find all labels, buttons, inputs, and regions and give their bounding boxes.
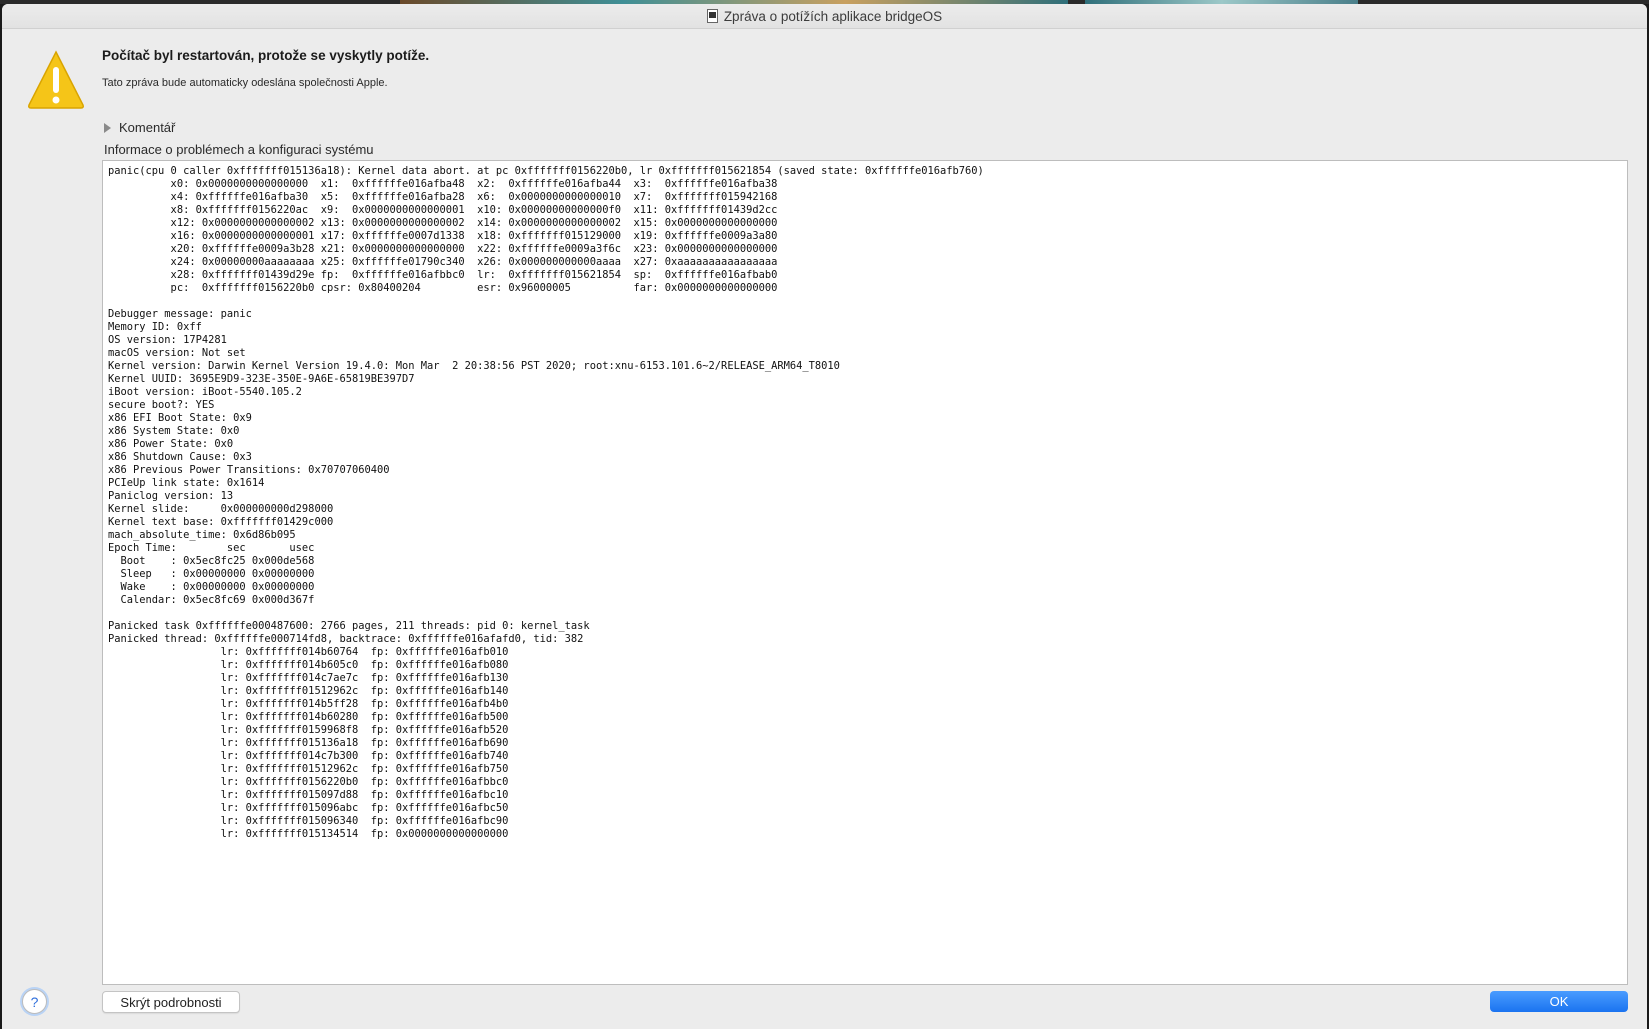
section-label: Informace o problémech a konfiguraci sys…: [104, 142, 374, 157]
document-icon: [706, 9, 718, 23]
hide-details-button[interactable]: Skrýt podrobnosti: [102, 991, 240, 1013]
comment-disclosure[interactable]: Komentář: [104, 120, 175, 135]
report-log-text[interactable]: panic(cpu 0 caller 0xfffffff015136a18): …: [103, 161, 1627, 841]
report-text-area[interactable]: panic(cpu 0 caller 0xfffffff015136a18): …: [102, 160, 1628, 985]
dialog-headline: Počítač byl restartován, protože se vysk…: [102, 48, 430, 63]
window-title: Zpráva o potížích aplikace bridgeOS: [723, 8, 943, 24]
title-bar[interactable]: Zpráva o potížích aplikace bridgeOS: [2, 4, 1647, 29]
disclosure-triangle-icon[interactable]: [104, 122, 111, 133]
dialog-subtext: Tato zpráva bude automaticky odeslána sp…: [102, 77, 388, 89]
help-button[interactable]: ?: [22, 989, 47, 1014]
comment-label[interactable]: Komentář: [119, 120, 175, 135]
help-icon[interactable]: ?: [31, 994, 39, 1010]
warning-icon: [28, 50, 84, 109]
ok-button[interactable]: OK: [1490, 991, 1628, 1012]
problem-report-window: Zpráva o potížích aplikace bridgeOS Počí…: [2, 4, 1647, 1029]
